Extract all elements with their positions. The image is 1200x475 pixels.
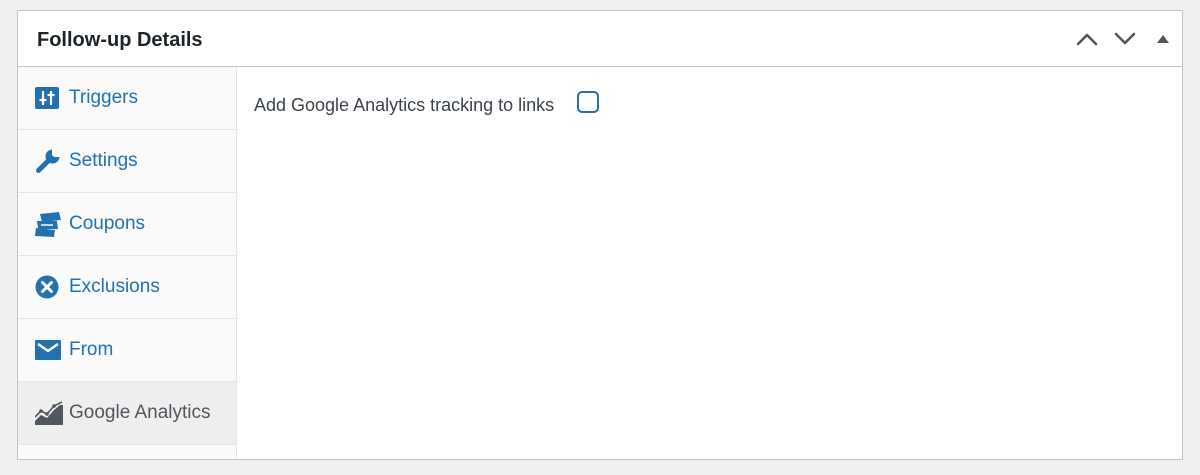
wrench-icon — [35, 147, 63, 175]
envelope-icon — [35, 336, 63, 364]
tab-settings[interactable]: Settings — [18, 130, 236, 193]
panel-wrap: Triggers Settings Coupons Exclusions Fro… — [18, 67, 1182, 459]
analytics-chart-icon — [35, 399, 63, 427]
move-down-button[interactable] — [1106, 11, 1144, 66]
triggers-icon — [35, 84, 63, 112]
header-actions — [1068, 11, 1182, 66]
postbox-header: Follow-up Details — [18, 11, 1182, 67]
tracking-label: Add Google Analytics tracking to links — [254, 95, 555, 115]
toggle-panel-button[interactable] — [1144, 11, 1182, 66]
tab-google-analytics[interactable]: Google Analytics — [18, 382, 236, 445]
postbox-title: Follow-up Details — [37, 29, 203, 51]
tab-triggers[interactable]: Triggers — [18, 67, 236, 130]
tab-exclusions[interactable]: Exclusions — [18, 256, 236, 319]
tab-coupons[interactable]: Coupons — [18, 193, 236, 256]
tab-label: Settings — [69, 150, 138, 171]
move-up-button[interactable] — [1068, 11, 1106, 66]
tracking-checkbox[interactable] — [577, 91, 600, 113]
google-analytics-panel: Add Google Analytics tracking to links — [237, 67, 1182, 459]
tab-label: From — [69, 339, 114, 360]
tab-list: Triggers Settings Coupons Exclusions Fro… — [18, 67, 237, 459]
chevron-up-icon — [1076, 33, 1098, 45]
tab-label: Exclusions — [69, 276, 160, 297]
tracking-field: Add Google Analytics tracking to links — [254, 91, 600, 119]
triangle-up-icon — [1157, 34, 1169, 43]
x-circle-icon — [35, 273, 63, 301]
tab-label: Triggers — [69, 87, 138, 108]
tab-label: Coupons — [69, 213, 146, 234]
tab-label: Google Analytics — [69, 402, 211, 423]
chevron-down-icon — [1114, 32, 1136, 44]
tab-from[interactable]: From — [18, 319, 236, 382]
coupons-icon — [35, 210, 63, 238]
follow-up-details-box: Follow-up Details Triggers Settings Coup… — [17, 10, 1183, 460]
